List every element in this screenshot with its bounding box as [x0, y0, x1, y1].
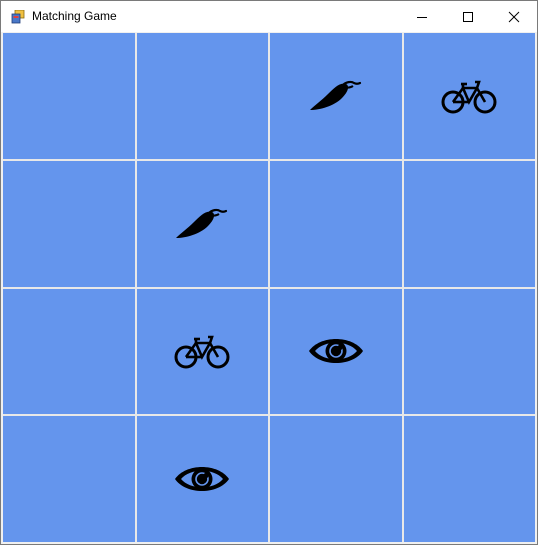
eye-icon — [172, 459, 232, 499]
close-button[interactable] — [491, 1, 537, 32]
card-hidden[interactable] — [403, 288, 535, 415]
card-hidden[interactable] — [3, 288, 135, 415]
card-revealed-eye[interactable] — [136, 416, 268, 542]
card-revealed-bicycle[interactable] — [136, 288, 268, 415]
minimize-button[interactable] — [399, 1, 445, 32]
maximize-button[interactable] — [445, 1, 491, 32]
card-hidden[interactable] — [270, 416, 402, 542]
close-icon — [508, 11, 520, 23]
minimize-icon — [417, 17, 427, 18]
window-title: Matching Game — [32, 9, 117, 23]
card-hidden[interactable] — [3, 160, 135, 287]
maximize-icon — [463, 12, 473, 22]
eye-icon — [306, 331, 366, 371]
card-hidden[interactable] — [270, 160, 402, 287]
chili-pepper-icon — [172, 204, 232, 244]
card-revealed-chili-pepper[interactable] — [136, 160, 268, 287]
card-hidden[interactable] — [403, 416, 535, 542]
card-hidden[interactable] — [403, 160, 535, 287]
bicycle-icon — [172, 331, 232, 371]
bicycle-icon — [439, 76, 499, 116]
app-icon — [11, 10, 25, 24]
card-revealed-eye[interactable] — [270, 288, 402, 415]
chili-pepper-icon — [306, 76, 366, 116]
card-revealed-bicycle[interactable] — [403, 33, 535, 159]
card-hidden[interactable] — [3, 416, 135, 542]
card-revealed-chili-pepper[interactable] — [270, 33, 402, 159]
card-grid — [3, 33, 535, 542]
card-hidden[interactable] — [136, 33, 268, 159]
title-bar[interactable]: Matching Game — [1, 1, 537, 32]
card-hidden[interactable] — [3, 33, 135, 159]
matching-game-window: Matching Game — [0, 0, 538, 545]
